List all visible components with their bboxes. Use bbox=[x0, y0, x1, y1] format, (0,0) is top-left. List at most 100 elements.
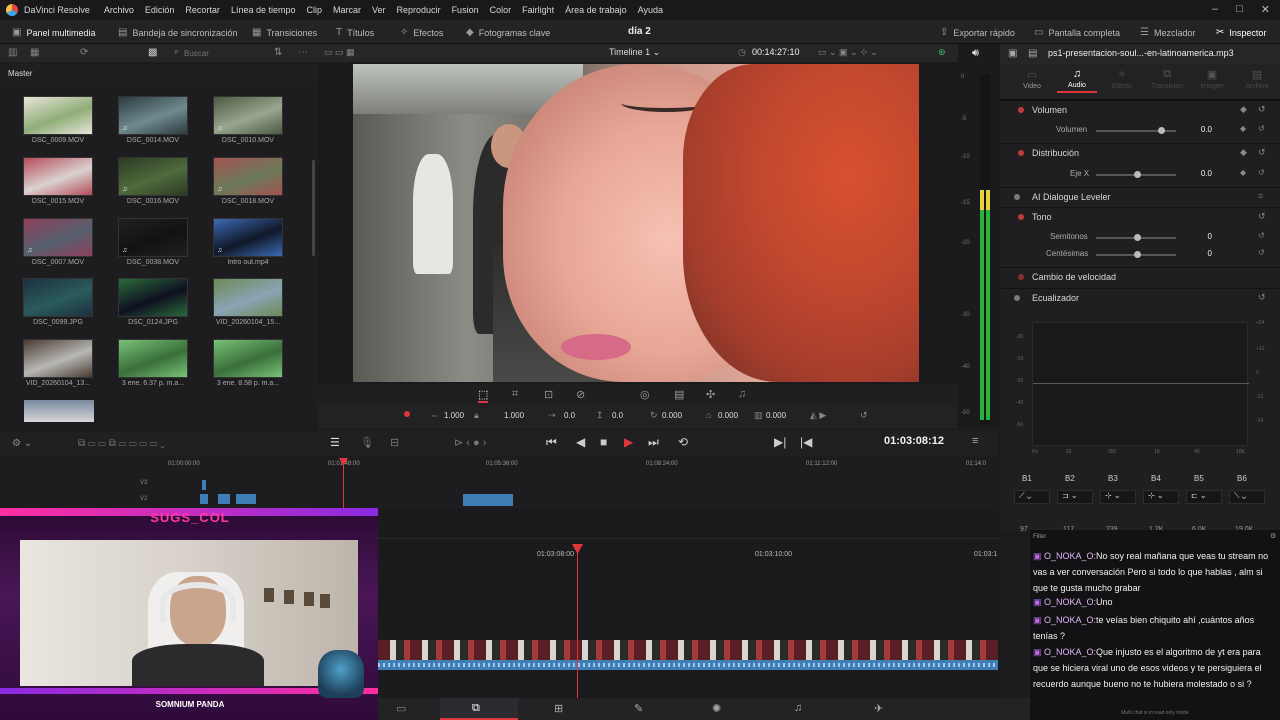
crop-tool-icon[interactable]: ⌗ bbox=[512, 388, 518, 401]
media-clip[interactable]: DSC_0009.MOV bbox=[18, 96, 98, 144]
view-options-icon[interactable]: ▭ ⌄ ▣ ⌄ ⊹ ⌄ bbox=[818, 47, 878, 58]
timeline-clip[interactable] bbox=[236, 494, 256, 504]
transitions-button[interactable]: ▦ Transiciones bbox=[252, 27, 317, 38]
media-clip[interactable]: ♫ DSC_0015.MOV bbox=[18, 157, 98, 205]
loop-icon[interactable]: ⟲ bbox=[678, 435, 688, 449]
cents-value[interactable]: 0 bbox=[1170, 247, 1216, 261]
media-clip[interactable]: ♫ DSC_0014.MOV bbox=[113, 96, 193, 144]
media-panel-button[interactable]: ▣ Panel multimedia bbox=[12, 27, 96, 38]
timeline-clip[interactable] bbox=[463, 494, 513, 506]
pan-slider[interactable] bbox=[1096, 171, 1176, 178]
media-clip[interactable]: VID_20260104_13... bbox=[18, 339, 98, 387]
viewer-menu-icon[interactable]: ≡ bbox=[972, 435, 978, 447]
loop-region-icon[interactable]: ⊳ ‹ ● › bbox=[454, 436, 486, 449]
timeline-clip[interactable] bbox=[200, 494, 208, 504]
sort-icon[interactable]: ⇅ bbox=[274, 47, 282, 58]
stop-icon[interactable]: ■ bbox=[600, 435, 607, 449]
menu-color[interactable]: Color bbox=[490, 5, 512, 15]
clip-thumbnail[interactable] bbox=[24, 400, 94, 422]
section-speed-change[interactable]: Cambio de velocidad bbox=[1000, 267, 1280, 286]
chat-settings-icon[interactable]: ⚙ bbox=[1270, 532, 1276, 540]
volume-keyframe-icon[interactable]: ◆ bbox=[1240, 104, 1247, 115]
eq-band-type-select[interactable]: ⊐ ⌄ bbox=[1057, 490, 1093, 504]
media-clip[interactable]: ♫ DSC_0007.MOV bbox=[18, 218, 98, 266]
volume-row-keyframe-icon[interactable]: ◆ bbox=[1240, 124, 1246, 133]
smart-reframe-icon[interactable]: ⊘ bbox=[576, 388, 585, 401]
media-pool-scrollbar[interactable] bbox=[312, 160, 315, 256]
menu-clip[interactable]: Clip bbox=[306, 5, 322, 15]
zoom-y-value[interactable]: 1.000 bbox=[504, 411, 524, 420]
close-icon[interactable]: ✕ bbox=[1261, 3, 1270, 16]
play-reverse-icon[interactable]: ◀ bbox=[576, 435, 585, 449]
playhead-overview[interactable] bbox=[343, 462, 344, 512]
go-to-start-icon[interactable]: ⏮ bbox=[546, 435, 557, 450]
menu-area-trabajo[interactable]: Área de trabajo bbox=[565, 5, 627, 15]
timeline-clip[interactable] bbox=[218, 494, 230, 504]
grid-view-icon[interactable]: ▩ bbox=[148, 47, 157, 58]
playhead-detail[interactable] bbox=[577, 548, 578, 698]
master-bin-bar[interactable]: Master bbox=[0, 64, 318, 82]
cut-page-icon[interactable]: ⊞ bbox=[554, 702, 563, 715]
section-volume[interactable]: Volumen ◆ ↺ bbox=[1000, 100, 1280, 119]
next-marker-icon[interactable]: ▶| bbox=[774, 435, 786, 449]
media-clip[interactable]: VID_20260104_15... bbox=[208, 278, 288, 326]
semitones-slider[interactable] bbox=[1096, 234, 1176, 241]
deliver-page-icon[interactable]: ✈ bbox=[874, 702, 883, 715]
prev-marker-icon[interactable]: |◀ bbox=[800, 435, 812, 449]
go-to-end-icon[interactable]: ⏭ bbox=[648, 435, 659, 450]
speed-enable-icon[interactable] bbox=[1018, 274, 1024, 280]
section-equalizer[interactable]: Ecualizador ↺ bbox=[1000, 288, 1280, 307]
quick-export-button[interactable]: ⇪ Exportar rápido bbox=[940, 27, 1015, 38]
flip-icon[interactable]: ◭ ▶ bbox=[810, 410, 826, 421]
volume-slider[interactable] bbox=[1096, 127, 1176, 134]
semitones-knob[interactable] bbox=[1134, 234, 1141, 241]
crop-a-value[interactable]: 0.000 bbox=[718, 411, 738, 420]
semitones-reset-icon[interactable]: ↺ bbox=[1258, 231, 1265, 240]
eq-band-type-select[interactable]: ⊹ ⌄ bbox=[1100, 490, 1136, 504]
pitch-reset-icon[interactable]: ↺ bbox=[1258, 211, 1266, 222]
menu-reproducir[interactable]: Reproducir bbox=[397, 5, 441, 15]
timeline-clip[interactable] bbox=[202, 480, 206, 490]
media-clip[interactable]: DSC_0099.JPG bbox=[18, 278, 98, 326]
media-clip[interactable]: ♫ DSC_0010.MOV bbox=[208, 96, 288, 144]
menu-edicion[interactable]: Edición bbox=[145, 5, 175, 15]
media-clip[interactable]: DSC_0124.JPG bbox=[113, 278, 193, 326]
tab-image[interactable]: ▣ Imagen bbox=[1192, 68, 1232, 92]
zoom-x-value[interactable]: 1.000 bbox=[444, 411, 464, 420]
section-pitch[interactable]: Tono ↺ bbox=[1000, 207, 1280, 226]
menu-recortar[interactable]: Recortar bbox=[185, 5, 220, 15]
record-dot-icon[interactable] bbox=[404, 411, 410, 417]
semitones-value[interactable]: 0 bbox=[1170, 230, 1216, 244]
tab-video[interactable]: ▭ Video bbox=[1012, 68, 1052, 92]
magic-mask-icon[interactable]: ◎ bbox=[640, 388, 650, 401]
pan-row-reset-icon[interactable]: ↺ bbox=[1258, 168, 1265, 177]
timeline-options-icon[interactable]: ☰ bbox=[330, 436, 340, 449]
pan-keyframe-icon[interactable]: ◆ bbox=[1240, 147, 1247, 158]
maximize-icon[interactable]: □ bbox=[1236, 3, 1243, 16]
volume-value[interactable]: 0.0 bbox=[1170, 123, 1216, 137]
pan-enable-icon[interactable] bbox=[1018, 150, 1024, 156]
dialogue-menu-icon[interactable]: ≡ bbox=[1258, 191, 1263, 201]
timeline-selector[interactable]: Timeline 1 ⌄ bbox=[609, 47, 660, 58]
eq-graph[interactable] bbox=[1032, 322, 1249, 446]
play-icon[interactable]: ▶ bbox=[624, 435, 633, 449]
menu-fairlight[interactable]: Fairlight bbox=[522, 5, 554, 15]
volume-enable-icon[interactable] bbox=[1018, 107, 1024, 113]
mixer-button[interactable]: ☰ Mezclador bbox=[1140, 27, 1195, 38]
tab-file[interactable]: ▤ Archivo bbox=[1237, 68, 1277, 92]
menu-marcar[interactable]: Marcar bbox=[333, 5, 361, 15]
crop-b-value[interactable]: 0.000 bbox=[766, 411, 786, 420]
position-y-value[interactable]: 0.0 bbox=[612, 411, 623, 420]
color-page-icon[interactable]: ✺ bbox=[712, 702, 721, 715]
track-icon[interactable]: ✣ bbox=[706, 388, 715, 401]
timeline-overview[interactable]: 01:00:00:0001:01:48:0001:05:36:0001:08:2… bbox=[0, 456, 998, 520]
menu-fusion[interactable]: Fusion bbox=[452, 5, 479, 15]
eq-band-type-select[interactable]: ⊏ ⌄ bbox=[1186, 490, 1222, 504]
section-pan[interactable]: Distribución ◆ ↺ bbox=[1000, 143, 1280, 162]
inspector-button[interactable]: ✂ Inspector bbox=[1216, 27, 1266, 38]
volume-row-reset-icon[interactable]: ↺ bbox=[1258, 124, 1265, 133]
eq-enable-icon[interactable] bbox=[1014, 295, 1020, 301]
sync-bin-button[interactable]: ▤ Bandeja de sincronización bbox=[118, 27, 238, 38]
sidebar-toggle-icon[interactable]: ▥ bbox=[8, 47, 17, 58]
media-clip[interactable]: ♫ DSC_0018.MOV bbox=[208, 157, 288, 205]
